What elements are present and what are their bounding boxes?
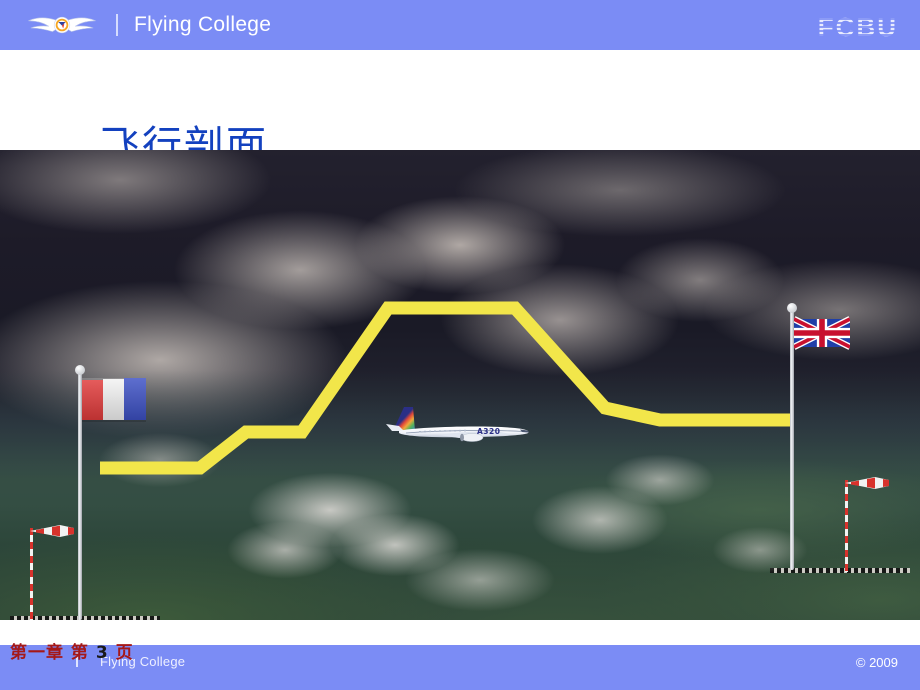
flight-profile-path [100, 301, 790, 475]
chapter-suffix: 页 [115, 643, 134, 663]
presentation-slide: Flying College FCBU 飞行剖面 A320 Flying Col… [0, 0, 920, 690]
header-brand-label: Flying College [134, 13, 272, 36]
a320-aircraft: A320 [384, 402, 534, 455]
chapter-page-label: 第一章 第 3 页 [10, 638, 134, 663]
chapter-page-number: 3 [95, 643, 109, 663]
brand-block: Flying College [0, 0, 271, 50]
svg-text:A320: A320 [477, 427, 500, 436]
header-divider [116, 14, 118, 36]
title-area: 飞行剖面 [0, 50, 920, 166]
copyright-label: © 2009 [855, 655, 898, 670]
chapter-prefix: 第一章 第 [10, 643, 89, 663]
winged-emblem-icon [26, 10, 98, 40]
header-watermark: FCBU [817, 12, 898, 42]
flight-profile-illustration: A320 [0, 150, 920, 620]
slide-header: Flying College FCBU [0, 0, 920, 50]
